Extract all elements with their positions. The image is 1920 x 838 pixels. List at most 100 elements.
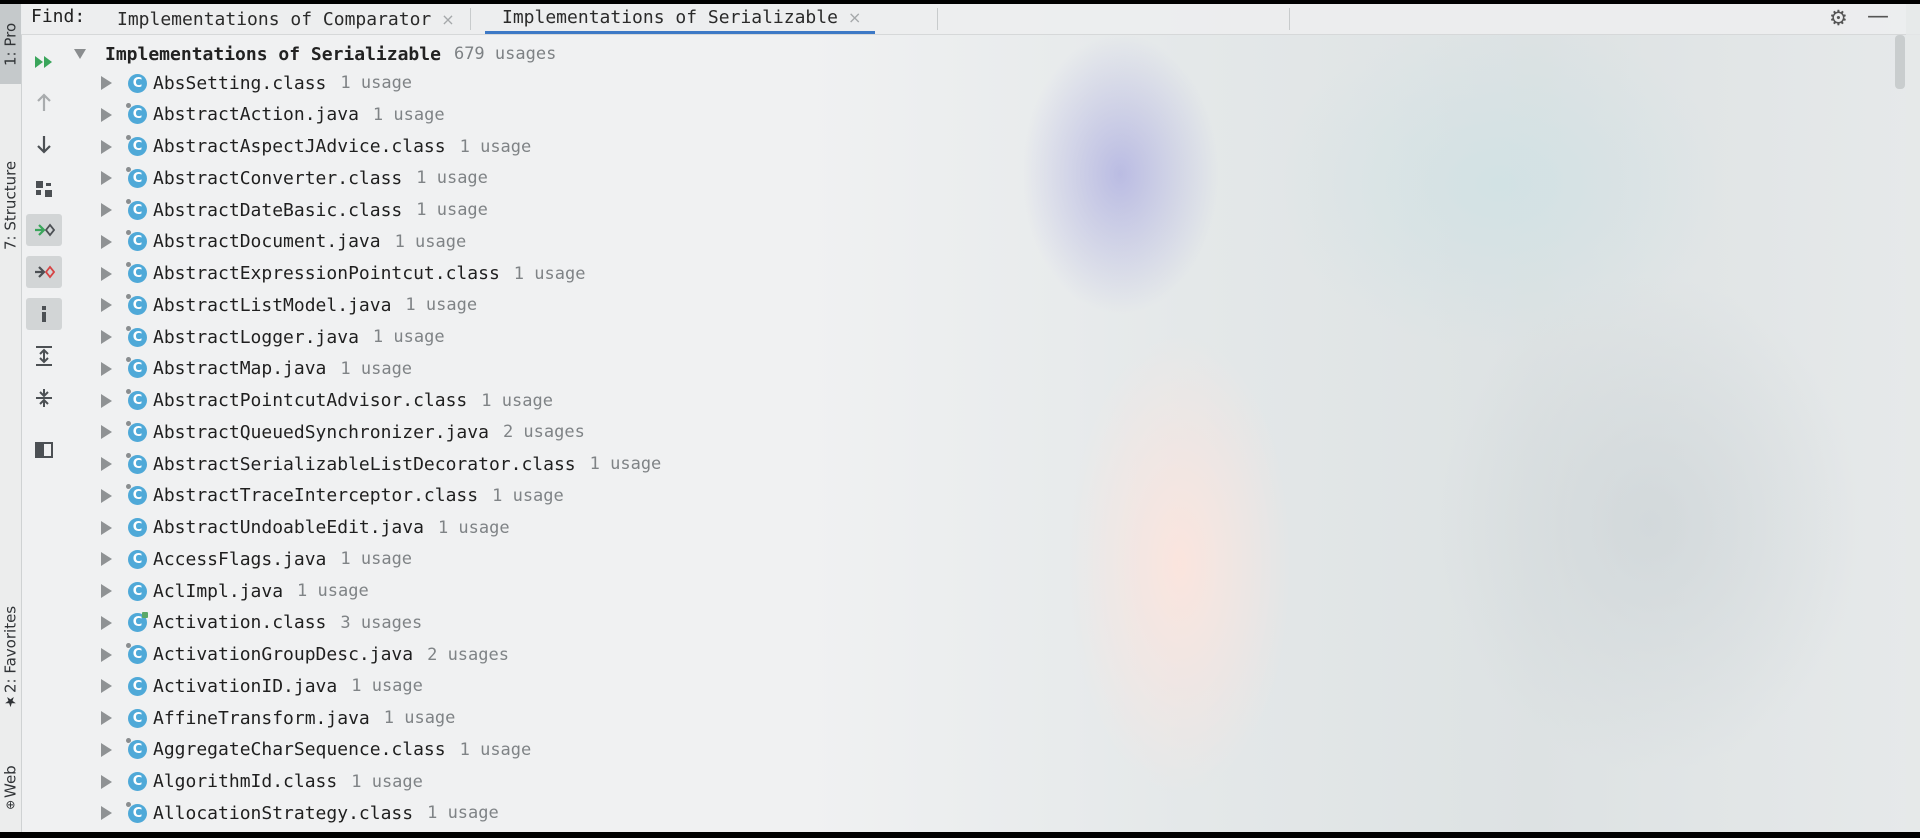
tab-implementations-of-serializable[interactable]: Implementations of Serializable × bbox=[485, 4, 876, 34]
collapsed-arrow-icon[interactable] bbox=[101, 107, 112, 122]
tree-item[interactable]: C Activation.class 3 usages bbox=[68, 610, 422, 636]
preview-icon[interactable] bbox=[26, 434, 62, 466]
tree-item[interactable]: C AbstractMap.java 1 usage bbox=[68, 356, 412, 382]
collapsed-arrow-icon[interactable] bbox=[101, 457, 112, 471]
favorites-tool-button[interactable]: ★ 2: Favorites bbox=[0, 584, 21, 734]
file-name: AbstractExpressionPointcut.class bbox=[153, 263, 500, 284]
collapsed-arrow-icon[interactable] bbox=[101, 330, 112, 344]
close-icon[interactable]: × bbox=[848, 8, 861, 27]
minimize-icon[interactable]: — bbox=[1867, 4, 1889, 29]
collapsed-arrow-icon[interactable] bbox=[101, 488, 112, 503]
previous-occurrence-icon[interactable] bbox=[26, 87, 62, 119]
collapsed-arrow-icon[interactable] bbox=[101, 266, 112, 281]
tree-item[interactable]: C AbstractExpressionPointcut.class 1 usage bbox=[68, 261, 585, 287]
collapsed-arrow-icon[interactable] bbox=[101, 584, 112, 598]
expand-all-icon[interactable] bbox=[26, 340, 62, 372]
usage-count: 2 usages bbox=[427, 644, 509, 665]
tree-item[interactable]: C AbstractDateBasic.class 1 usage bbox=[68, 197, 488, 223]
tree-root[interactable]: Implementations of Serializable 679 usag… bbox=[68, 41, 556, 67]
collapsed-arrow-icon[interactable] bbox=[101, 361, 112, 376]
structure-tool-button[interactable]: 7: Structure bbox=[0, 120, 21, 290]
tree-item[interactable]: C AbstractPointcutAdvisor.class 1 usage bbox=[68, 388, 553, 414]
find-header: Find: Implementations of Comparator × Im… bbox=[21, 4, 1920, 35]
tree-item[interactable]: C AbsSetting.class 1 usage bbox=[68, 70, 412, 96]
collapsed-arrow-icon[interactable] bbox=[101, 774, 112, 789]
collapsed-arrow-icon[interactable] bbox=[101, 203, 112, 217]
rerun-icon[interactable] bbox=[26, 46, 62, 78]
tree-item[interactable]: C AbstractQueuedSynchronizer.java 2 usages bbox=[68, 419, 585, 445]
file-name: AbstractDateBasic.class bbox=[153, 199, 403, 221]
info-icon[interactable] bbox=[26, 298, 62, 330]
tree-item[interactable]: C AffineTransform.java 1 usage bbox=[68, 705, 455, 731]
usage-count: 1 usage bbox=[340, 358, 413, 379]
left-tool-strip: 1: Pro 7: Structure ★ 2: Favorites ⊕ Web bbox=[0, 4, 22, 832]
expand-arrow-icon[interactable] bbox=[74, 49, 86, 59]
root-usage-count: 679 usages bbox=[453, 44, 557, 64]
file-name: ActivationID.java bbox=[153, 675, 338, 697]
collapsed-arrow-icon[interactable] bbox=[101, 742, 112, 757]
file-name: AbstractQueuedSynchronizer.java bbox=[153, 421, 489, 443]
project-tool-button[interactable]: 1: Pro bbox=[0, 4, 21, 84]
find-label: Find: bbox=[31, 6, 86, 27]
tree-item[interactable]: C AbstractSerializableListDecorator.class… bbox=[68, 451, 661, 477]
collapsed-arrow-icon[interactable] bbox=[101, 552, 112, 567]
collapsed-arrow-icon[interactable] bbox=[101, 298, 112, 313]
collapsed-arrow-icon[interactable] bbox=[101, 520, 112, 535]
tree-item[interactable]: C AbstractDocument.java 1 usage bbox=[68, 229, 466, 255]
abstract-class-icon: C bbox=[126, 230, 147, 252]
tree-item[interactable]: C AllocationStrategy.class 1 usage bbox=[68, 800, 499, 826]
find-toolbar bbox=[22, 40, 68, 832]
tree-item[interactable]: C AbstractConverter.class 1 usage bbox=[68, 165, 488, 191]
collapsed-arrow-icon[interactable] bbox=[101, 393, 112, 408]
collapse-all-icon[interactable] bbox=[26, 382, 62, 414]
collapsed-arrow-icon[interactable] bbox=[101, 806, 112, 821]
navigate-to-source-icon[interactable] bbox=[26, 214, 62, 246]
tree-item[interactable]: C AbstractAspectJAdvice.class 1 usage bbox=[68, 134, 531, 160]
collapsed-arrow-icon[interactable] bbox=[101, 425, 112, 440]
next-occurrence-icon[interactable] bbox=[26, 128, 62, 160]
tab-implementations-of-comparator[interactable]: Implementations of Comparator × bbox=[117, 4, 455, 34]
class-icon: C bbox=[128, 518, 147, 537]
abstract-class-icon: C bbox=[126, 262, 147, 283]
scrollbar-thumb[interactable] bbox=[1895, 35, 1905, 89]
class-icon: C bbox=[128, 676, 147, 696]
tree-item[interactable]: C AbstractTraceInterceptor.class 1 usage bbox=[68, 483, 564, 509]
tree-item[interactable]: C AclImpl.java 1 usage bbox=[68, 578, 369, 604]
collapsed-arrow-icon[interactable] bbox=[101, 615, 112, 630]
autoscroll-from-source-icon[interactable] bbox=[26, 256, 62, 288]
collapsed-arrow-icon[interactable] bbox=[101, 171, 112, 186]
abstract-class-icon: C bbox=[126, 801, 147, 823]
abstract-class-icon: C bbox=[126, 198, 147, 220]
collapsed-arrow-icon[interactable] bbox=[101, 139, 112, 154]
collapsed-arrow-icon[interactable] bbox=[101, 711, 112, 725]
close-icon[interactable]: × bbox=[441, 10, 454, 29]
tree-item[interactable]: C AbstractUndoableEdit.java 1 usage bbox=[68, 515, 510, 541]
file-name: AbstractAction.java bbox=[153, 104, 359, 126]
tree-item[interactable]: C AlgorithmId.class 1 usage bbox=[68, 769, 423, 795]
tree-item[interactable]: C AccessFlags.java 1 usage bbox=[68, 546, 412, 572]
usage-count: 1 usage bbox=[416, 168, 488, 189]
collapsed-arrow-icon[interactable] bbox=[101, 679, 112, 694]
file-name: AbstractUndoableEdit.java bbox=[153, 517, 424, 538]
tree-item[interactable]: C AbstractAction.java 1 usage bbox=[68, 102, 445, 128]
web-icon: ⊕ bbox=[5, 798, 16, 813]
collapsed-arrow-icon[interactable] bbox=[101, 76, 112, 90]
file-name: AbsSetting.class bbox=[153, 72, 327, 94]
web-tool-button[interactable]: ⊕ Web bbox=[0, 761, 21, 821]
class-icon: C bbox=[128, 581, 147, 601]
tree-item[interactable]: C AggregateCharSequence.class 1 usage bbox=[68, 737, 531, 763]
web-label: Web bbox=[1, 765, 20, 799]
tree-item[interactable]: C ActivationGroupDesc.java 2 usages bbox=[68, 642, 509, 668]
gear-icon[interactable]: ⚙ bbox=[1829, 6, 1848, 30]
find-tool-window: 1: Pro 7: Structure ★ 2: Favorites ⊕ Web… bbox=[0, 4, 1920, 832]
collapsed-arrow-icon[interactable] bbox=[101, 234, 112, 249]
usage-count: 1 usage bbox=[340, 549, 413, 570]
collapsed-arrow-icon[interactable] bbox=[101, 647, 112, 662]
tree-item[interactable]: C ActivationID.java 1 usage bbox=[68, 673, 423, 699]
vertical-scrollbar[interactable] bbox=[1894, 35, 1906, 832]
abstract-class-icon: C bbox=[126, 135, 147, 156]
abstract-class-icon: C bbox=[126, 643, 147, 664]
group-by-module-icon[interactable] bbox=[26, 173, 62, 205]
tree-item[interactable]: C AbstractListModel.java 1 usage bbox=[68, 292, 477, 318]
tree-item[interactable]: C AbstractLogger.java 1 usage bbox=[68, 324, 445, 350]
